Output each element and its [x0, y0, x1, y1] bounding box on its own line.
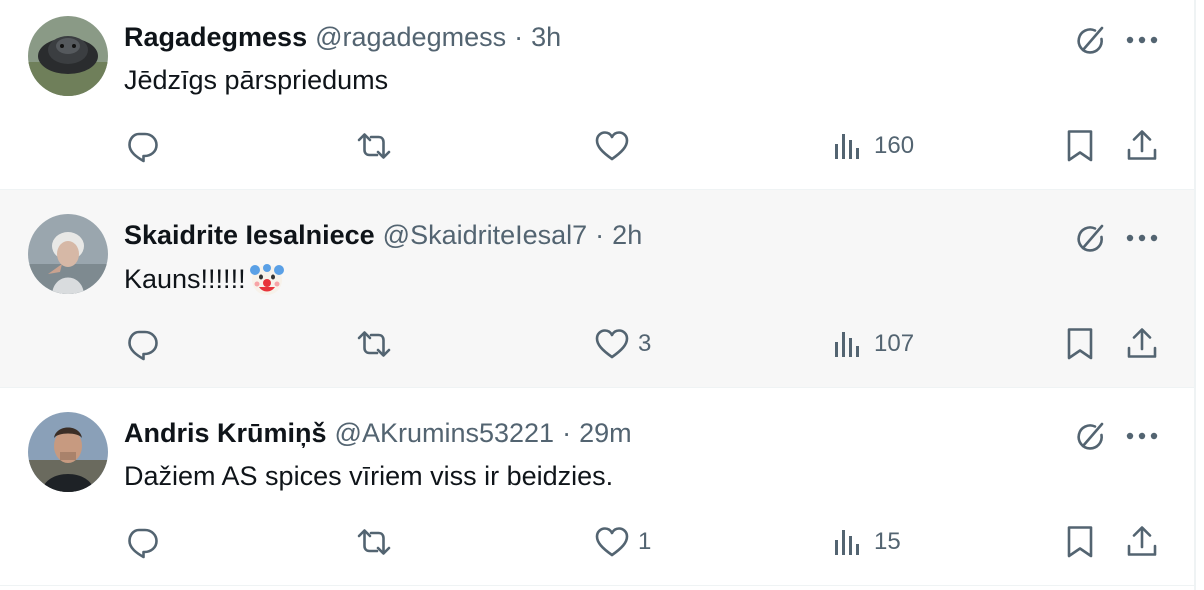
repost-button[interactable]: [356, 124, 400, 168]
views-button[interactable]: 160: [830, 124, 914, 168]
separator: ·: [562, 418, 572, 448]
grok-icon[interactable]: [1070, 416, 1110, 456]
repost-icon: [357, 133, 391, 159]
share-icon: [1127, 130, 1157, 160]
like-button[interactable]: [594, 124, 638, 168]
tweet[interactable]: Skaidrite Iesalniece @SkaidriteIesal7 · …: [0, 190, 1194, 388]
display-name[interactable]: Andris Krūmiņš: [124, 415, 327, 451]
views-icon: [835, 530, 859, 555]
tweet-text-content: Dažiem AS spices vīriem viss ir beidzies…: [124, 461, 614, 491]
tweet-text: Dažiem AS spices vīriem viss ir beidzies…: [124, 458, 613, 494]
share-icon: [1127, 526, 1157, 556]
like-button[interactable]: 1: [594, 520, 651, 564]
bookmark-button[interactable]: [1062, 520, 1098, 564]
views-count: 15: [874, 528, 901, 555]
avatar[interactable]: [28, 412, 108, 492]
tweet-text: Jēdzīgs pārspriedums: [124, 62, 388, 98]
tweet-header: Skaidrite Iesalniece @SkaidriteIesal7 · …: [124, 217, 642, 253]
reply-button[interactable]: [124, 322, 168, 366]
repost-button[interactable]: [356, 322, 400, 366]
action-bar: 160: [124, 124, 1164, 168]
bookmark-icon: [1067, 328, 1093, 360]
repost-button[interactable]: [356, 520, 400, 564]
tweet-text: Kauns!!!!!!: [124, 260, 286, 298]
tweet[interactable]: Ragadegmess @ragadegmess · 3h Jēdzīgs pā…: [0, 0, 1194, 190]
grok-icon[interactable]: [1070, 218, 1110, 258]
tweet-text-content: Kauns!!!!!!: [124, 264, 246, 294]
reply-button[interactable]: [124, 520, 168, 564]
reply-icon: [128, 132, 158, 163]
reply-icon: [128, 528, 158, 559]
action-bar: 3 107: [124, 322, 1164, 366]
tweet-text-content: Jēdzīgs pārspriedums: [124, 65, 389, 95]
action-bar: 1 15: [124, 520, 1164, 564]
clown-face-emoji: [248, 260, 286, 298]
separator: ·: [595, 220, 605, 250]
like-count: 3: [638, 330, 652, 357]
display-name[interactable]: Skaidrite Iesalniece: [124, 217, 375, 253]
tweet[interactable]: Andris Krūmiņš @AKrumins53221 · 29m Daži…: [0, 388, 1194, 586]
scroll-edge: [1194, 0, 1196, 590]
display-name[interactable]: Ragadegmess: [124, 19, 307, 55]
repost-icon: [357, 529, 391, 555]
bookmark-button[interactable]: [1062, 124, 1098, 168]
share-icon: [1127, 328, 1157, 358]
avatar[interactable]: [28, 16, 108, 96]
timestamp[interactable]: 2h: [612, 217, 642, 253]
like-icon: [595, 329, 629, 359]
share-button[interactable]: [1124, 322, 1160, 366]
user-handle[interactable]: @SkaidriteIesal7: [383, 217, 588, 253]
like-icon: [595, 527, 629, 557]
more-icon[interactable]: [1122, 416, 1162, 456]
like-count: 1: [638, 528, 652, 555]
separator: ·: [514, 22, 524, 52]
bookmark-icon: [1067, 130, 1093, 162]
bookmark-button[interactable]: [1062, 322, 1098, 366]
avatar[interactable]: [28, 214, 108, 294]
more-icon[interactable]: [1122, 218, 1162, 258]
timestamp[interactable]: 29m: [579, 415, 632, 451]
grok-icon[interactable]: [1070, 20, 1110, 60]
views-icon: [835, 332, 859, 357]
bookmark-icon: [1067, 526, 1093, 558]
reply-icon: [128, 330, 158, 361]
tweet-header: Andris Krūmiņš @AKrumins53221 · 29m: [124, 415, 632, 451]
like-button[interactable]: 3: [594, 322, 651, 366]
share-button[interactable]: [1124, 124, 1160, 168]
views-button[interactable]: 15: [830, 520, 901, 564]
views-icon: [835, 134, 859, 159]
timestamp[interactable]: 3h: [531, 19, 561, 55]
reply-button[interactable]: [124, 124, 168, 168]
share-button[interactable]: [1124, 520, 1160, 564]
user-handle[interactable]: @AKrumins53221: [335, 415, 555, 451]
more-icon[interactable]: [1122, 20, 1162, 60]
like-icon: [595, 131, 629, 161]
views-button[interactable]: 107: [830, 322, 914, 366]
views-count: 107: [874, 330, 915, 357]
user-handle[interactable]: @ragadegmess: [315, 19, 506, 55]
tweet-header: Ragadegmess @ragadegmess · 3h: [124, 19, 561, 55]
repost-icon: [357, 331, 391, 357]
